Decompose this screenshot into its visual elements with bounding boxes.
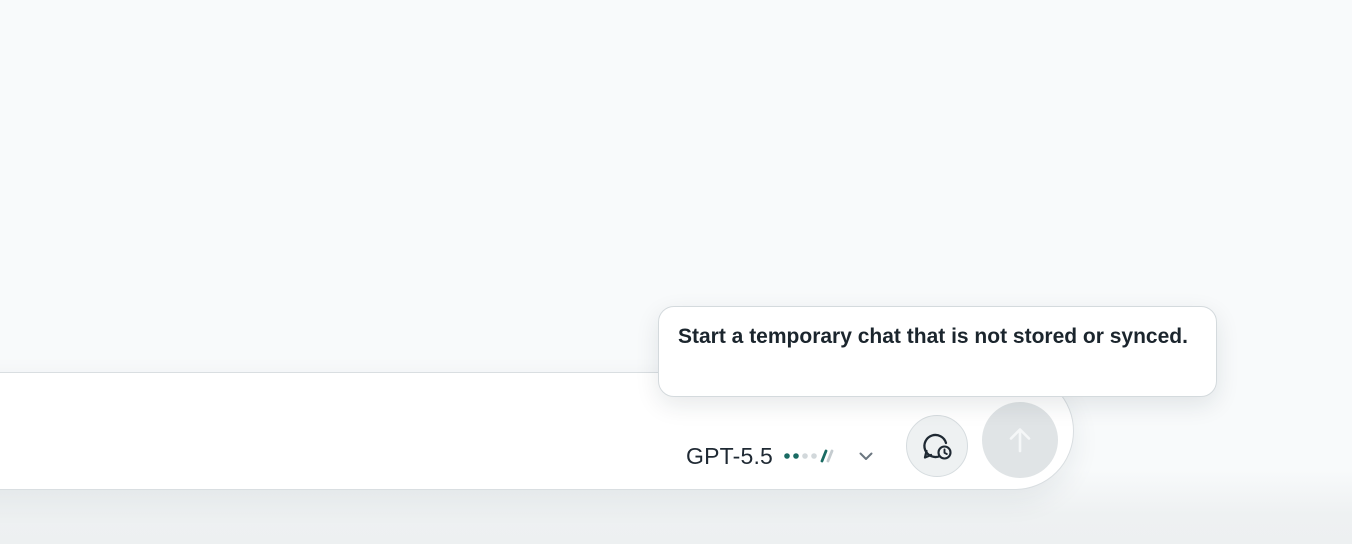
chat-page: GPT-5.5 Start a temporary chat that is n… <box>0 0 1352 544</box>
level-dot-4 <box>811 453 817 459</box>
level-slash-2 <box>826 449 834 463</box>
reasoning-level-icon <box>784 449 834 463</box>
send-button[interactable] <box>982 402 1058 478</box>
level-dot-2 <box>793 453 799 459</box>
temporary-chat-button[interactable] <box>906 415 968 477</box>
temporary-chat-tooltip: Start a temporary chat that is not store… <box>658 306 1217 397</box>
arrow-up-icon <box>1009 428 1031 453</box>
level-dot-1 <box>784 453 790 459</box>
level-slash-1 <box>820 449 828 463</box>
model-picker-button[interactable]: GPT-5.5 <box>686 438 875 474</box>
temporary-chat-icon <box>923 433 952 460</box>
chevron-down-icon <box>859 452 873 460</box>
model-name: GPT-5.5 <box>686 442 774 469</box>
level-dot-3 <box>802 453 808 459</box>
